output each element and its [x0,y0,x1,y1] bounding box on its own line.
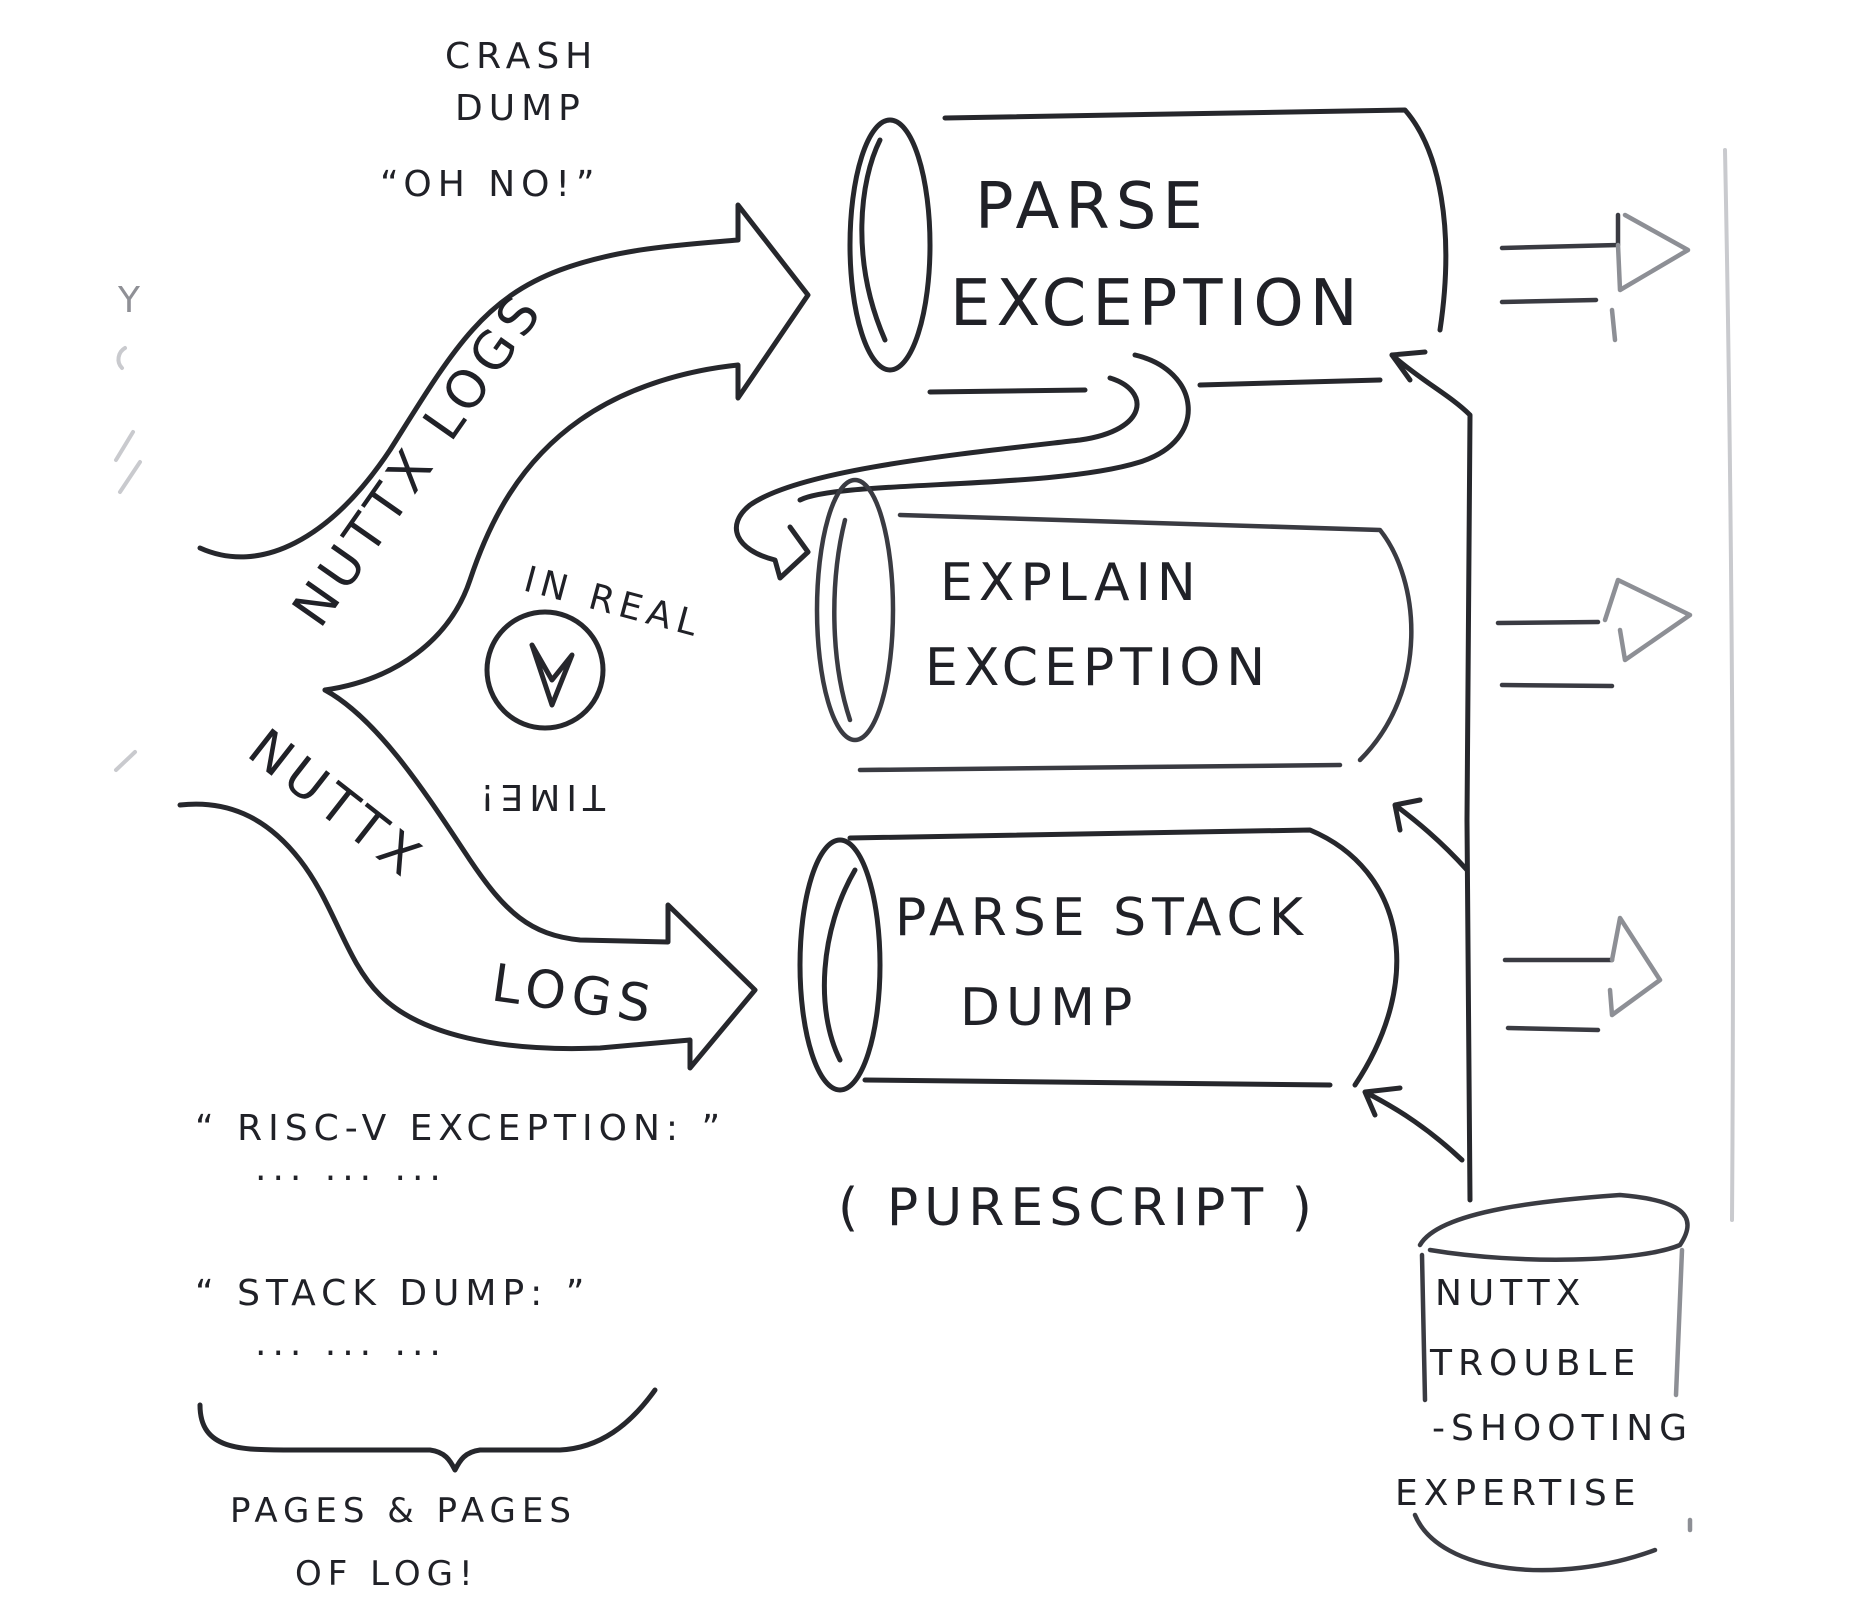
expertise-line1: NUTTX [1435,1273,1586,1314]
log-dots-1: ... ... ... [255,1148,447,1189]
expertise-line4: EXPERTISE [1395,1473,1641,1514]
realtime-label-top: IN REAL [520,559,708,646]
lower-logs-arrow-label-part2: LOGS [488,953,660,1035]
purescript-caption: ( PURESCRIPT ) [838,1178,1318,1238]
pipe-parse-exception-line1: PARSE [975,170,1209,244]
crash-dump-note: CRASH DUMP “OH NO!” [380,36,601,205]
expertise-database: NUTTX TROUBLE -SHOOTING EXPERTISE [1395,1192,1693,1573]
crash-dump-title-line1: CRASH [445,36,598,77]
pipe-parse-stack-dump: PARSE STACK DUMP [797,827,1400,1093]
log-line-risc-v-exception: “ RISC-V EXCEPTION: ” [195,1108,726,1149]
realtime-badge: IN REAL TIME! [474,559,707,817]
faded-letter-fragment: Y [117,280,146,321]
pipe-parse-stack-dump-line2: DUMP [960,978,1138,1038]
pipe-parse-exception: PARSE EXCEPTION [847,107,1449,395]
flow-connector [733,352,1191,581]
left-edge-fragments: Y [114,280,146,772]
upper-logs-arrow-label: NUTTX LOGS [281,281,556,637]
output-arrow-3 [1502,915,1663,1033]
crash-dump-title-line2: DUMP [455,88,586,129]
pipeline-sketch: Y CRASH DUMP “OH NO!” NUTTX LOGS NUTTX L… [114,36,1735,1594]
realtime-label-bottom: TIME! [474,776,606,817]
brace-caption-line2: OF LOG! [295,1554,479,1594]
log-excerpt: “ RISC-V EXCEPTION: ” ... ... ... “ STAC… [195,1108,726,1594]
expertise-line2: TROUBLE [1429,1343,1641,1384]
expertise-line3: -SHOOTING [1432,1408,1693,1449]
output-arrow-1 [1499,212,1691,343]
pipe-explain-exception: EXPLAIN EXCEPTION [814,477,1414,773]
lower-logs-arrow: NUTTX LOGS [177,687,758,1071]
log-line-stack-dump: “ STACK DUMP: ” [195,1273,590,1314]
brace-caption-line1: PAGES & PAGES [230,1491,577,1531]
output-arrow-2 [1495,577,1693,689]
curly-brace [197,1387,658,1473]
pipe-parse-stack-dump-line1: PARSE STACK [895,888,1309,948]
expertise-feedback-lines [1362,349,1473,1203]
lower-logs-arrow-label-part1: NUTTX [237,718,436,892]
pipe-explain-exception-line1: EXPLAIN [940,553,1202,613]
upper-logs-arrow: NUTTX LOGS [197,202,811,693]
pipe-parse-exception-line2: EXCEPTION [950,267,1364,341]
log-dots-2: ... ... ... [255,1323,447,1364]
crash-dump-quote: “OH NO!” [380,164,601,205]
pipe-explain-exception-line2: EXCEPTION [925,638,1271,698]
paper-edge [1723,148,1735,1222]
